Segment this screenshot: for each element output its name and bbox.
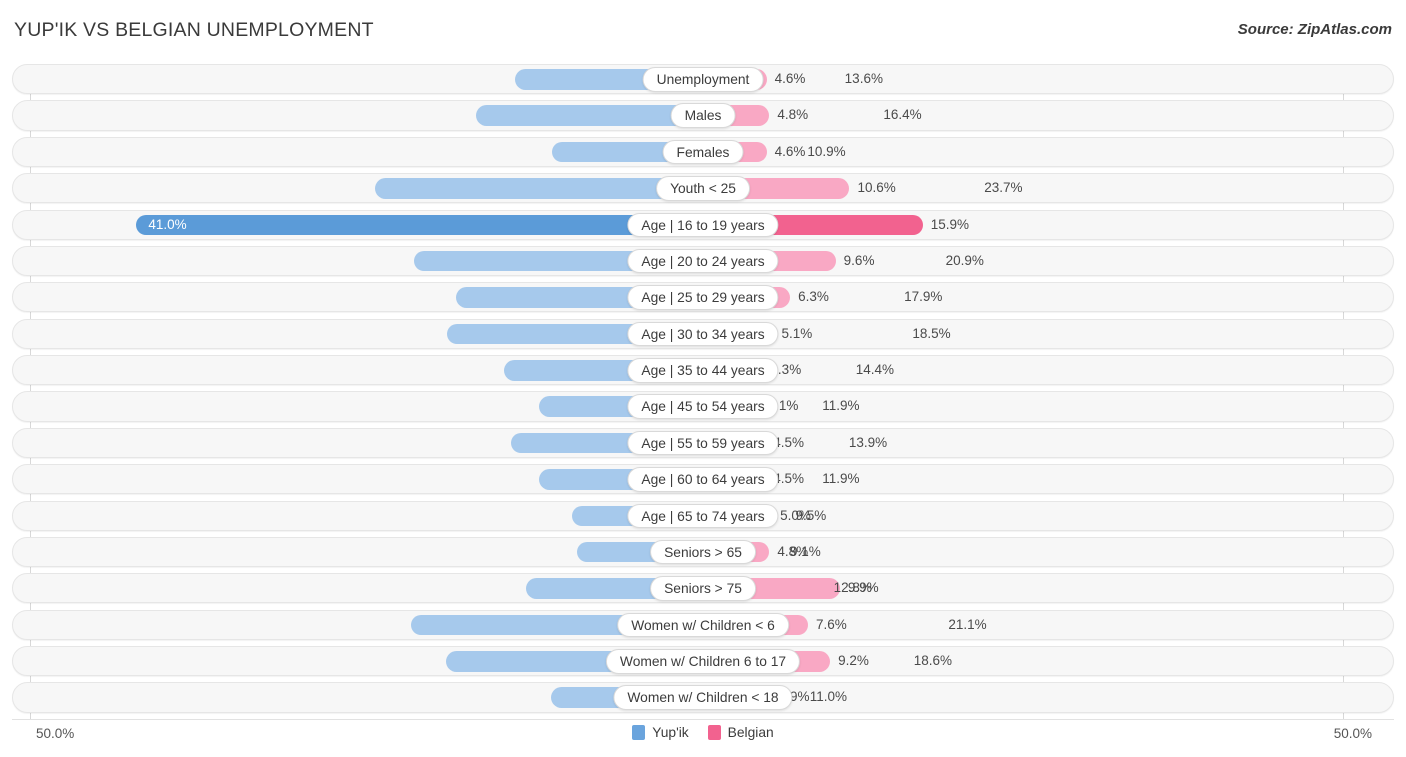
chart-row: 18.6% 9.2% Women w/ Children 6 to 17 xyxy=(12,646,1394,677)
category-label-pill: Age | 30 to 34 years xyxy=(627,321,779,347)
value-label-right: 7.6% xyxy=(816,616,847,632)
value-label-left: 18.5% xyxy=(912,325,951,341)
value-label-right: 9.9% xyxy=(847,580,879,596)
diverging-bar-chart: 13.6% 4.6% Unemployment 16.4% 4.8% Males 10.9%… xyxy=(12,64,1394,719)
value-label-right: 4.3% xyxy=(770,362,802,377)
category-label-pill: Women w/ Children < 18 xyxy=(613,685,793,710)
chart-row: 10.9% 4.6% Females xyxy=(12,136,1394,167)
bar-left-yupik xyxy=(375,178,703,199)
value-label-left: 41.0% xyxy=(148,216,187,232)
chart-row: 11.0% 4.9% Women w/ Children < 18 xyxy=(12,682,1394,713)
value-label-right: 4.5% xyxy=(773,471,804,487)
legend-label: Yup'ik xyxy=(652,725,689,740)
chart-row: 13.6% 4.6% Unemployment xyxy=(12,64,1394,95)
chart-row: 17.9% 6.3% Age | 25 to 29 years xyxy=(12,282,1394,313)
source-attribution: Source: ZipAtlas.com xyxy=(1237,21,1392,38)
chart-row: 23.7% 10.6% Youth < 25 xyxy=(12,173,1394,204)
category-label-pill: Seniors > 65 xyxy=(650,539,756,565)
chart-row: 20.9% 9.6% Age | 20 to 24 years xyxy=(12,245,1394,277)
chart-row: 41.0% 15.9% Age | 16 to 19 years xyxy=(12,209,1394,240)
category-label-pill: Unemployment xyxy=(642,67,764,92)
legend-item[interactable]: Belgian xyxy=(707,725,774,740)
category-label-pill: Seniors > 75 xyxy=(650,576,756,601)
value-label-right: 9.2% xyxy=(838,653,869,668)
legend-label: Belgian xyxy=(727,725,774,740)
chart-row: 16.4% 4.8% Males xyxy=(12,100,1394,131)
value-label-right: 4.6% xyxy=(774,143,806,159)
value-label-right: 4.6% xyxy=(774,71,806,86)
value-label-right: 4.5% xyxy=(773,434,804,450)
chart-legend: Yup'ik Belgian xyxy=(12,725,1394,740)
category-label-pill: Age | 20 to 24 years xyxy=(627,248,779,274)
category-label-pill: Women w/ Children < 6 xyxy=(617,612,789,638)
chart-row: 9.5% 5.0% Age | 65 to 74 years xyxy=(12,500,1394,531)
category-label-pill: Women w/ Children 6 to 17 xyxy=(605,649,801,674)
legend-item[interactable]: Yup'ik xyxy=(632,725,689,740)
chart-row: 18.5% 5.1% Age | 30 to 34 years xyxy=(12,318,1394,349)
category-label-pill: Youth < 25 xyxy=(656,176,750,201)
chart-page: YUP'IK VS BELGIAN UNEMPLOYMENT Source: Z… xyxy=(0,0,1406,757)
value-label-right: 6.3% xyxy=(798,289,829,305)
legend-swatch-icon xyxy=(632,725,646,740)
category-label-pill: Age | 65 to 74 years xyxy=(627,503,779,528)
value-label-right: 10.6% xyxy=(857,180,896,196)
legend-swatch-icon xyxy=(707,725,721,740)
category-label-pill: Age | 16 to 19 years xyxy=(627,212,779,237)
value-label-right: 4.8% xyxy=(777,107,809,123)
value-label-right: 5.0% xyxy=(780,507,811,523)
page-title: YUP'IK VS BELGIAN UNEMPLOYMENT xyxy=(14,19,374,41)
chart-row: 9.1% 4.8% Seniors > 65 xyxy=(12,536,1394,568)
chart-row: 13.9% 4.5% Age | 55 to 59 years xyxy=(12,427,1394,458)
value-label-right: 4.1% xyxy=(767,398,799,414)
chart-row: 14.4% 4.3% Age | 35 to 44 years xyxy=(12,355,1394,386)
value-label-right: 9.6% xyxy=(843,252,875,268)
bar-left-yupik xyxy=(476,105,703,126)
category-label-pill: Males xyxy=(670,103,736,128)
category-label-pill: Females xyxy=(662,139,744,165)
value-label-right: 4.8% xyxy=(777,543,809,559)
chart-row: 11.9% 4.1% Age | 45 to 54 years xyxy=(12,391,1394,422)
category-label-pill: Age | 55 to 59 years xyxy=(627,430,779,456)
category-label-pill: Age | 60 to 64 years xyxy=(627,467,779,492)
category-label-pill: Age | 45 to 54 years xyxy=(627,394,779,419)
value-label-right: 5.1% xyxy=(781,325,813,341)
value-label-right: 15.9% xyxy=(930,216,970,232)
category-label-pill: Age | 25 to 29 years xyxy=(627,285,779,310)
chart-rows: 13.6% 4.6% Unemployment 16.4% 4.8% Males 10.9%… xyxy=(12,64,1394,719)
category-label-pill: Age | 35 to 44 years xyxy=(627,358,779,383)
chart-row: 12.8% 9.9% Seniors > 75 xyxy=(12,573,1394,604)
chart-footer: 50.0% 50.0% Yup'ik Belgian xyxy=(12,719,1394,753)
chart-row: 21.1% 7.6% Women w/ Children < 6 xyxy=(12,609,1394,640)
chart-row: 11.9% 4.5% Age | 60 to 64 years xyxy=(12,464,1394,495)
value-label-left: 21.1% xyxy=(948,616,987,632)
chart-header: YUP'IK VS BELGIAN UNEMPLOYMENT Source: Z… xyxy=(0,0,1406,60)
